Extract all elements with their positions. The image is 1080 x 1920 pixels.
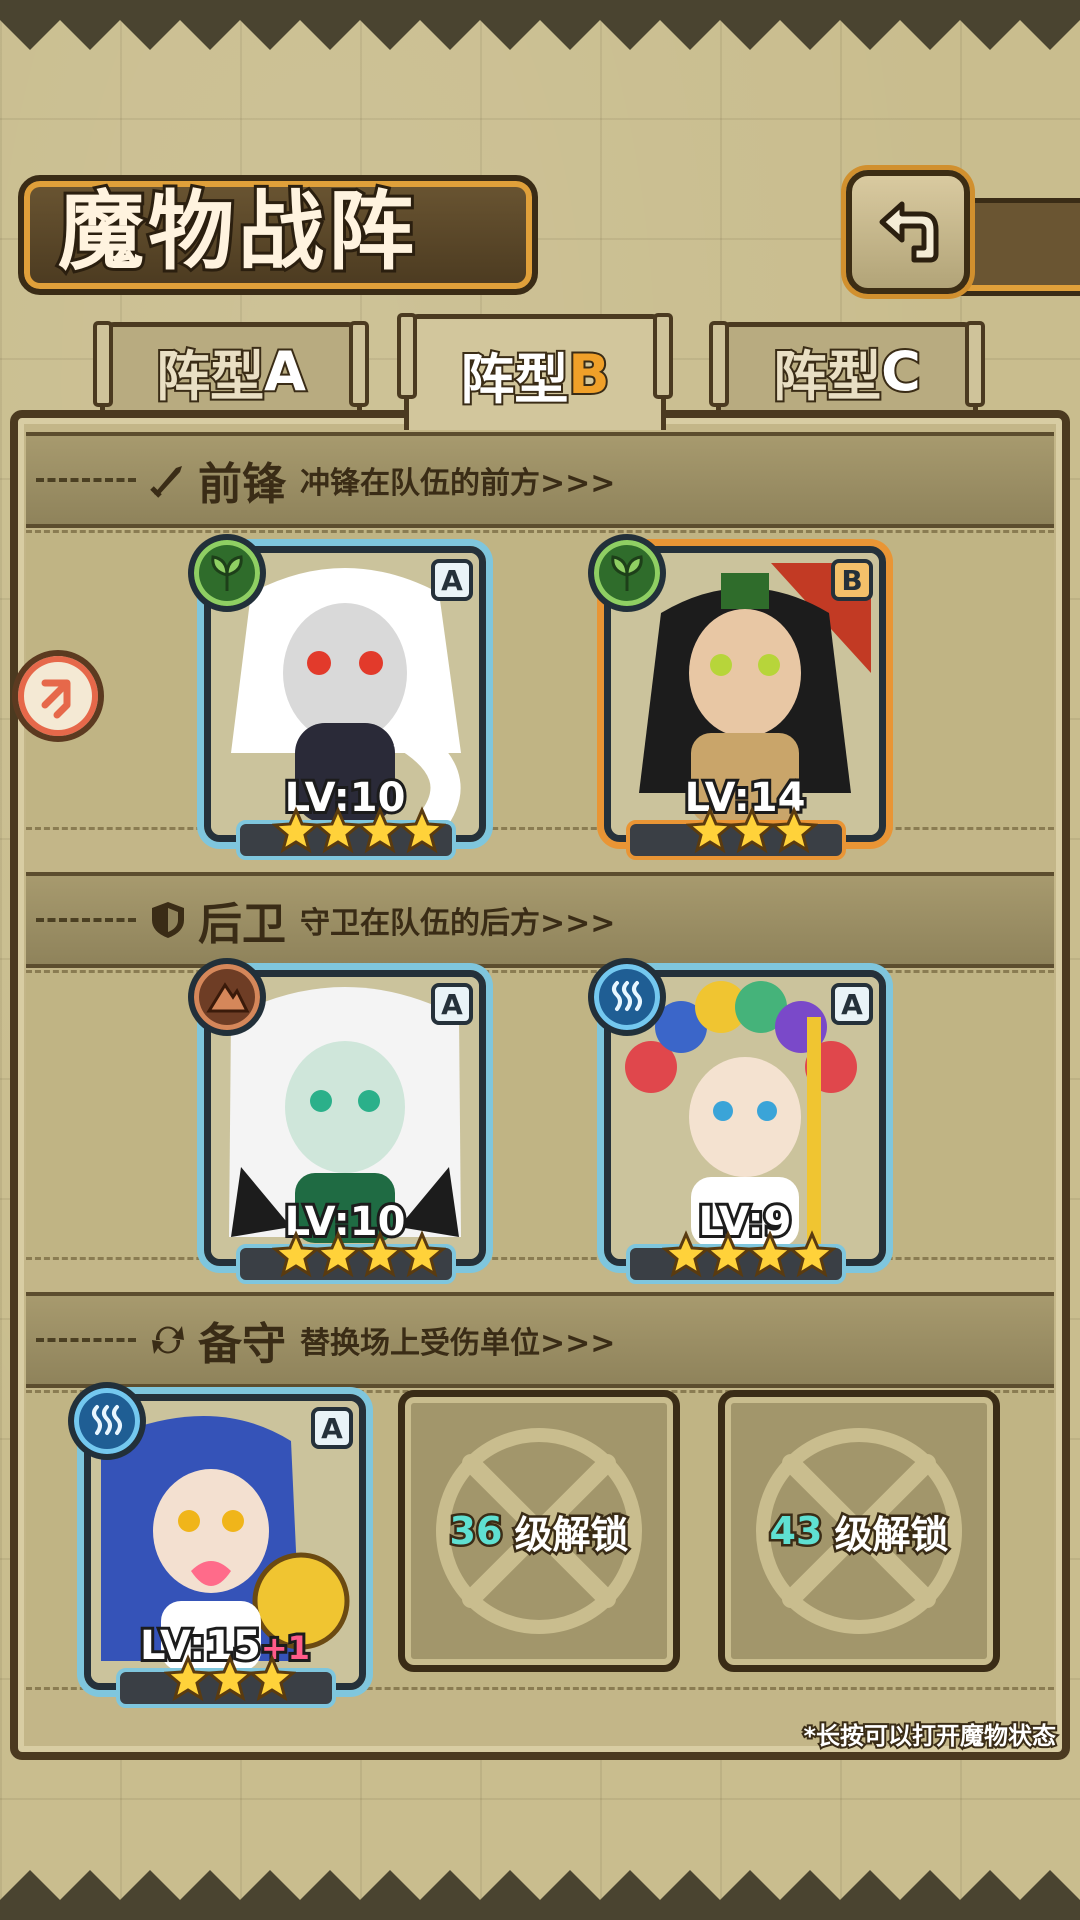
plant-icon (588, 534, 666, 612)
star-icon (662, 1230, 710, 1278)
tab-formation-c[interactable]: 阵型 C (709, 321, 985, 416)
tab-post (709, 321, 729, 407)
unlock-requirement: 43 级解锁 (725, 1397, 993, 1665)
star-icon (314, 1230, 362, 1278)
top-zigzag-border (0, 0, 1080, 50)
star-icon (788, 1230, 836, 1278)
section-desc-rear: 守卫在队伍的后方>>> (300, 906, 616, 941)
front-row-strip (26, 530, 1054, 830)
earth-icon (188, 958, 266, 1036)
rank-badge: A (831, 983, 873, 1025)
star-icon (728, 806, 776, 854)
tab-label: 阵型 (458, 346, 570, 413)
tab-formation-a[interactable]: 阵型 A (93, 321, 369, 416)
unlock-level: 36 (447, 1507, 505, 1556)
star-rating (272, 806, 446, 854)
rank-badge: A (311, 1407, 353, 1449)
tab-label: 阵型 (771, 343, 883, 410)
rank-badge: B (831, 559, 873, 601)
arrow-right-icon (41, 679, 71, 719)
star-rating (662, 1230, 836, 1278)
star-icon (356, 1230, 404, 1278)
plant-icon (188, 534, 266, 612)
tab-letter: C (879, 338, 923, 405)
return-arrow-icon (879, 201, 939, 263)
section-title-rear: 后卫 (198, 899, 286, 950)
tab-post (965, 321, 985, 407)
tab-formation-b[interactable]: 阵型 B (397, 313, 673, 430)
long-press-hint: *长按可以打开魔物状态 (801, 1720, 1058, 1752)
tab-post (349, 321, 369, 407)
tab-post (653, 313, 673, 399)
star-icon (398, 806, 446, 854)
unlock-label: 级解锁 (832, 1510, 951, 1559)
rank-badge: A (431, 983, 473, 1025)
star-rating (164, 1654, 296, 1702)
star-icon (770, 806, 818, 854)
locked-slot-2[interactable]: 43 级解锁 (718, 1390, 1000, 1672)
star-icon (746, 1230, 794, 1278)
unlock-requirement: 36 级解锁 (405, 1397, 673, 1665)
tab-letter: A (262, 338, 308, 405)
star-icon (356, 806, 404, 854)
section-desc-front: 冲锋在队伍的前方>>> (300, 466, 616, 501)
star-icon (704, 1230, 752, 1278)
tab-label: 阵型 (154, 343, 266, 410)
star-icon (272, 1230, 320, 1278)
bottom-zigzag-border (0, 1870, 1080, 1920)
water-icon (68, 1382, 146, 1460)
rank-badge: A (431, 559, 473, 601)
star-icon (398, 1230, 446, 1278)
shield-icon (152, 902, 184, 938)
section-header-front: 前锋 冲锋在队伍的前方>>> (26, 432, 1054, 528)
page-title: 魔物战阵 (55, 179, 418, 285)
section-header-reserve: 备守 替换场上受伤单位>>> (26, 1292, 1054, 1388)
locked-slot-1[interactable]: 36 级解锁 (398, 1390, 680, 1672)
star-icon (206, 1654, 254, 1702)
tab-letter: B (566, 341, 611, 408)
star-icon (164, 1654, 212, 1702)
rear-row-strip (26, 970, 1054, 1260)
water-icon (588, 958, 666, 1036)
star-icon (686, 806, 734, 854)
tab-post (397, 313, 417, 399)
star-rating (686, 806, 818, 854)
star-icon (248, 1654, 296, 1702)
dashed-line (36, 478, 136, 482)
star-icon (314, 806, 362, 854)
dashed-line (36, 918, 136, 922)
section-header-rear: 后卫 守卫在队伍的后方>>> (26, 872, 1054, 968)
dashed-line (36, 1338, 136, 1342)
unlock-level: 43 (767, 1507, 825, 1556)
back-button-rail (960, 198, 1080, 296)
star-rating (272, 1230, 446, 1278)
back-button[interactable] (846, 170, 970, 294)
section-desc-reserve: 替换场上受伤单位>>> (300, 1326, 616, 1361)
tab-post (93, 321, 113, 407)
star-icon (272, 806, 320, 854)
arrow-toggle-button[interactable] (12, 650, 104, 742)
section-title-front: 前锋 (198, 459, 286, 510)
swap-icon (152, 1326, 184, 1354)
unlock-label: 级解锁 (512, 1510, 631, 1559)
section-title-reserve: 备守 (198, 1319, 286, 1370)
sword-icon (150, 466, 182, 498)
